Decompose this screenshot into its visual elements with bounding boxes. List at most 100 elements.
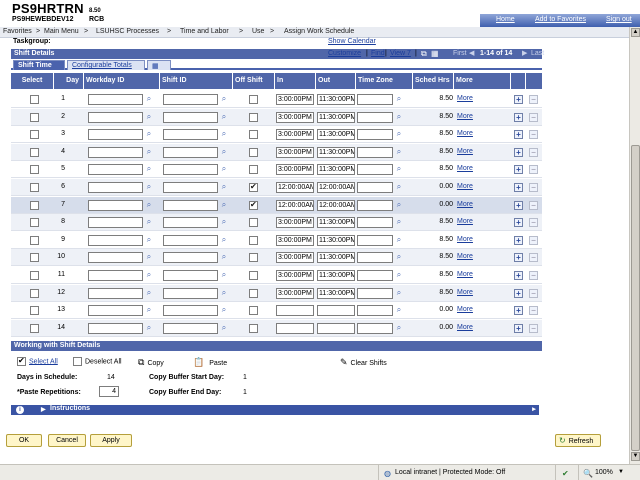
out-time-input[interactable]: 11:30:00PM — [317, 270, 355, 281]
add-row-icon[interactable]: + — [514, 235, 523, 245]
lookup-icon[interactable]: ⌕ — [219, 288, 229, 298]
breadcrumb-assign-work-schedule[interactable]: Assign Work Schedule — [284, 28, 354, 35]
lookup-icon[interactable]: ⌕ — [394, 288, 404, 298]
clear-shifts-button[interactable]: ✎ Clear Shifts — [340, 357, 387, 368]
in-time-input[interactable]: 3:00:00PM — [276, 94, 314, 105]
workday-id-input[interactable] — [88, 217, 143, 229]
next-page-icon[interactable]: ▶ — [522, 49, 527, 57]
more-link[interactable]: More — [457, 289, 473, 296]
in-time-input[interactable]: 12:00:00AM — [276, 182, 314, 193]
tab-configurable-totals[interactable]: Configurable Totals — [67, 60, 145, 70]
in-time-input[interactable]: 3:00:00PM — [276, 234, 314, 246]
col-sched-hrs[interactable]: Sched Hrs — [413, 73, 454, 89]
lookup-icon[interactable]: ⌕ — [144, 288, 154, 298]
add-row-icon[interactable]: + — [514, 130, 523, 140]
time-zone-input[interactable] — [357, 199, 393, 211]
add-row-icon[interactable]: + — [514, 165, 523, 175]
in-time-input[interactable]: 3:00:00PM — [276, 217, 314, 229]
time-zone-input[interactable] — [357, 111, 393, 123]
add-row-icon[interactable]: + — [514, 288, 523, 298]
lookup-icon[interactable]: ⌕ — [219, 200, 229, 210]
lookup-icon[interactable]: ⌕ — [394, 323, 404, 333]
add-row-icon[interactable]: + — [514, 218, 523, 228]
lookup-icon[interactable]: ⌕ — [219, 252, 229, 262]
out-time-input[interactable]: 11:30:00PM — [317, 164, 355, 176]
select-checkbox[interactable] — [30, 218, 39, 228]
lookup-icon[interactable]: ⌕ — [144, 182, 154, 192]
workday-id-input[interactable] — [88, 146, 143, 158]
more-link[interactable]: More — [457, 130, 473, 137]
zoom-level[interactable]: 100% — [595, 469, 613, 476]
more-link[interactable]: More — [457, 183, 473, 190]
add-row-icon[interactable]: + — [514, 147, 523, 157]
col-time-zone[interactable]: Time Zone — [356, 73, 413, 89]
time-zone-input[interactable] — [357, 305, 393, 317]
apply-button[interactable]: Apply — [90, 434, 132, 447]
delete-row-icon[interactable]: − — [529, 306, 538, 316]
view-all-link[interactable]: View 7 — [390, 50, 411, 57]
shift-id-input[interactable] — [163, 129, 218, 141]
select-checkbox[interactable] — [30, 147, 39, 157]
time-zone-input[interactable] — [357, 234, 393, 246]
last-link[interactable]: Last — [531, 50, 544, 57]
in-time-input[interactable]: 3:00:00PM — [276, 270, 314, 281]
lookup-icon[interactable]: ⌕ — [394, 217, 404, 227]
lookup-icon[interactable]: ⌕ — [144, 217, 154, 227]
off-shift-checkbox[interactable] — [249, 147, 258, 157]
lookup-icon[interactable]: ⌕ — [219, 217, 229, 227]
lookup-icon[interactable]: ⌕ — [144, 94, 154, 104]
time-zone-input[interactable] — [357, 322, 393, 334]
lookup-icon[interactable]: ⌕ — [394, 94, 404, 104]
workday-id-input[interactable] — [88, 322, 143, 334]
lookup-icon[interactable]: ⌕ — [219, 270, 229, 280]
out-time-input[interactable]: 11:30:00PM — [317, 252, 355, 264]
customize-link[interactable]: Customize — [328, 50, 361, 57]
tab-shift-time[interactable]: Shift Time — [13, 60, 65, 70]
lookup-icon[interactable]: ⌕ — [394, 182, 404, 192]
in-time-input[interactable]: 3:00:00PM — [276, 146, 314, 158]
delete-row-icon[interactable]: − — [529, 130, 538, 140]
workday-id-input[interactable] — [88, 182, 143, 193]
in-time-input[interactable]: 3:00:00PM — [276, 252, 314, 264]
col-select[interactable]: Select — [11, 73, 54, 89]
first-link[interactable]: First — [453, 50, 467, 57]
time-zone-input[interactable] — [357, 252, 393, 264]
add-to-favorites-link[interactable]: Add to Favorites — [535, 16, 586, 23]
workday-id-input[interactable] — [88, 129, 143, 141]
breadcrumb-time-and-labor[interactable]: Time and Labor — [180, 28, 229, 35]
lookup-icon[interactable]: ⌕ — [144, 200, 154, 210]
lookup-icon[interactable]: ⌕ — [219, 235, 229, 245]
in-time-input[interactable]: 3:00:00PM — [276, 164, 314, 176]
out-time-input[interactable] — [317, 322, 355, 334]
select-all-button[interactable]: ✔ Select All — [17, 356, 58, 366]
more-link[interactable]: More — [457, 306, 473, 313]
add-row-icon[interactable]: + — [514, 306, 523, 316]
add-row-icon[interactable]: + — [514, 112, 523, 122]
select-checkbox[interactable] — [30, 112, 39, 122]
shift-id-input[interactable] — [163, 146, 218, 158]
workday-id-input[interactable] — [88, 164, 143, 176]
lookup-icon[interactable]: ⌕ — [219, 323, 229, 333]
sign-out-link[interactable]: Sign out — [606, 16, 632, 23]
workday-id-input[interactable] — [88, 111, 143, 123]
download-icon[interactable]: ⧉ — [421, 49, 427, 59]
ok-button[interactable]: OK — [6, 434, 42, 447]
in-time-input[interactable] — [276, 305, 314, 317]
refresh-button[interactable]: ↻ Refresh — [555, 434, 601, 447]
col-day[interactable]: Day — [54, 73, 84, 89]
lookup-icon[interactable]: ⌕ — [394, 129, 404, 139]
lookup-icon[interactable]: ⌕ — [144, 112, 154, 122]
shift-id-input[interactable] — [163, 287, 218, 299]
lookup-icon[interactable]: ⌕ — [144, 164, 154, 174]
lookup-icon[interactable]: ⌕ — [144, 235, 154, 245]
scroll-thumb[interactable] — [631, 145, 640, 451]
more-link[interactable]: More — [457, 113, 473, 120]
lookup-icon[interactable]: ⌕ — [144, 252, 154, 262]
breadcrumb-lsuhsc-processes[interactable]: LSUHSC Processes — [96, 28, 159, 35]
out-time-input[interactable]: 12:00:00AM — [317, 182, 355, 193]
shift-id-input[interactable] — [163, 111, 218, 123]
spreadsheet-icon[interactable]: ▦ — [431, 49, 439, 58]
time-zone-input[interactable] — [357, 217, 393, 229]
shift-id-input[interactable] — [163, 270, 218, 281]
shift-id-input[interactable] — [163, 252, 218, 264]
